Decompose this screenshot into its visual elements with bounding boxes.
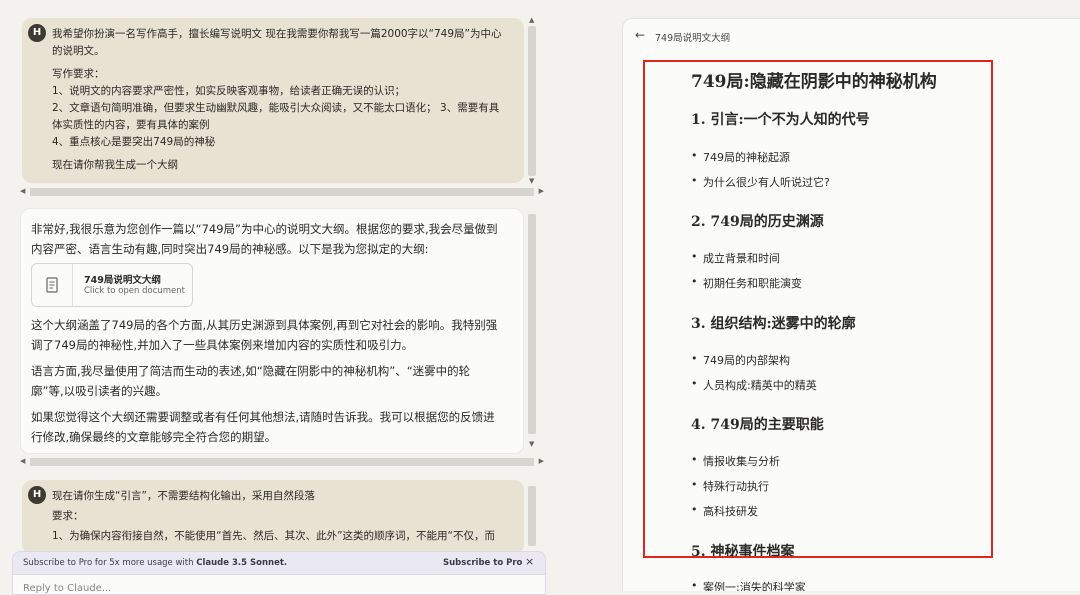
assistant-intro: 非常好,我很乐意为您创作一篇以“749局”为中心的说明文大纲。根据您的要求,我会…	[31, 222, 498, 256]
user-avatar: H	[28, 486, 46, 504]
chat-pane: H 我希望你扮演一名写作高手，擅长编写说明文 现在我需要你帮我写一篇2000字以…	[0, 0, 546, 595]
close-icon[interactable]: ×	[525, 555, 534, 568]
subscribe-banner: Subscribe to Pro for 5x more usage with …	[12, 551, 546, 575]
scroll-right-icon[interactable]: ▶	[539, 457, 544, 465]
user-message: H 我希望你扮演一名写作高手，擅长编写说明文 现在我需要你帮我写一篇2000字以…	[22, 18, 524, 183]
back-arrow-icon[interactable]: ←	[635, 28, 645, 42]
user-message-text: 我希望你扮演一名写作高手，擅长编写说明文 现在我需要你帮我写一篇2000字以“7…	[52, 28, 502, 171]
scroll-left-icon[interactable]: ◀	[20, 457, 25, 465]
list-item: 案例一:消失的科学家	[691, 579, 806, 591]
highlight-frame	[643, 60, 993, 558]
user-message-text: 现在请你生成“引言”，不需要结构化输出，采用自然段落 要求： 1、为确保内容衔接…	[52, 490, 495, 542]
subscribe-link[interactable]: Subscribe to Pro	[443, 558, 522, 568]
assistant-message: 非常好,我很乐意为您创作一篇以“749局”为中心的说明文大纲。根据您的要求,我会…	[20, 208, 524, 454]
horizontal-scrollbar[interactable]: ◀ ▶	[20, 457, 544, 466]
document-header: ← 749局说明文大纲	[623, 19, 1080, 53]
scroll-down-icon[interactable]: ▼	[529, 440, 534, 448]
horizontal-scrollbar[interactable]: ◀ ▶	[20, 187, 544, 196]
vertical-scrollbar[interactable]	[528, 214, 536, 434]
vertical-scrollbar[interactable]	[528, 486, 536, 546]
reply-placeholder: Reply to Claude...	[23, 583, 112, 594]
reply-input[interactable]: Reply to Claude...	[12, 575, 546, 595]
scroll-up-icon[interactable]: ▲	[529, 16, 534, 24]
user-avatar: H	[28, 24, 46, 42]
user-message: H 现在请你生成“引言”，不需要结构化输出，采用自然段落 要求： 1、为确保内容…	[22, 480, 524, 554]
assistant-paragraph: 这个大纲涵盖了749局的各个方面,从其历史渊源到具体案例,再到它对社会的影响。我…	[31, 318, 498, 444]
document-icon	[32, 264, 73, 306]
scroll-right-icon[interactable]: ▶	[539, 187, 544, 195]
scroll-down-icon[interactable]: ▼	[529, 177, 534, 185]
document-card[interactable]: 749局说明文大纲 Click to open document	[31, 263, 193, 307]
vertical-scrollbar[interactable]	[528, 26, 536, 176]
document-header-title: 749局说明文大纲	[655, 33, 731, 44]
document-card-title: 749局说明文大纲	[84, 275, 161, 286]
scroll-left-icon[interactable]: ◀	[20, 187, 25, 195]
banner-text: Subscribe to Pro for 5x more usage with …	[23, 558, 288, 568]
document-card-subtitle: Click to open document	[84, 286, 185, 296]
